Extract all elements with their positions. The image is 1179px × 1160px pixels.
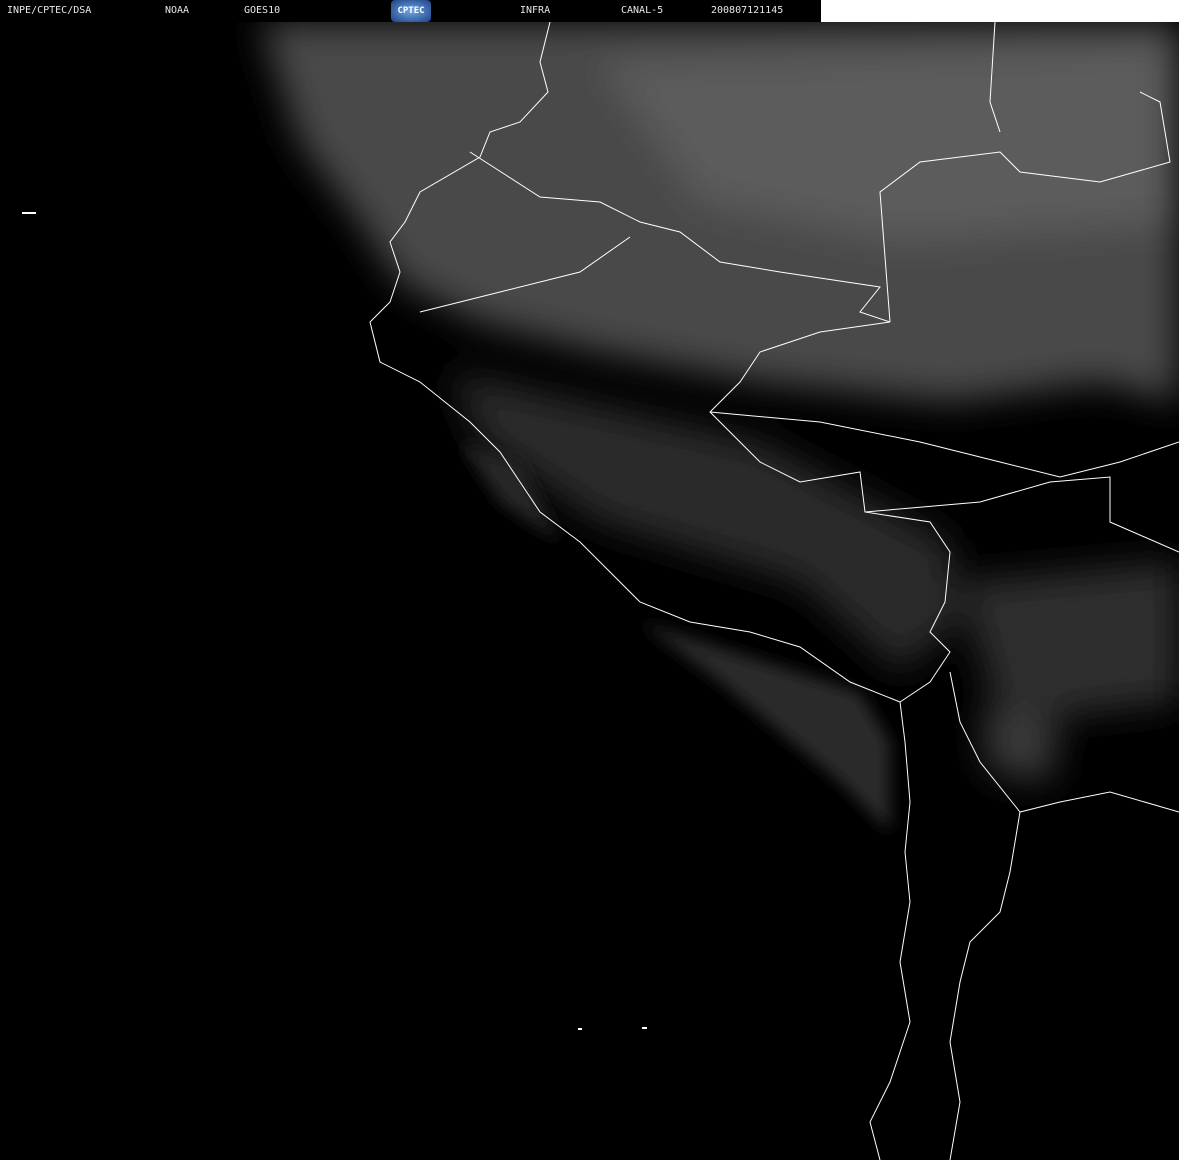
- satellite-map: [22, 22, 1179, 1160]
- channel-label: CANAL-5: [621, 5, 664, 16]
- satellite-image-viewer: INPE/CPTEC/DSA NOAA GOES10 CPTEC INFRA C…: [0, 0, 1179, 1160]
- timestamp-label: 200807121145: [711, 5, 784, 16]
- header-blank-area: [821, 0, 1179, 22]
- product-label: INFRA: [520, 5, 551, 16]
- satellite-label: GOES10: [244, 5, 281, 16]
- cptec-logo: CPTEC: [391, 0, 431, 22]
- institution-label: INPE/CPTEC/DSA: [7, 5, 92, 16]
- agency-label: NOAA: [165, 5, 190, 16]
- header-bar: INPE/CPTEC/DSA NOAA GOES10 CPTEC INFRA C…: [0, 0, 821, 22]
